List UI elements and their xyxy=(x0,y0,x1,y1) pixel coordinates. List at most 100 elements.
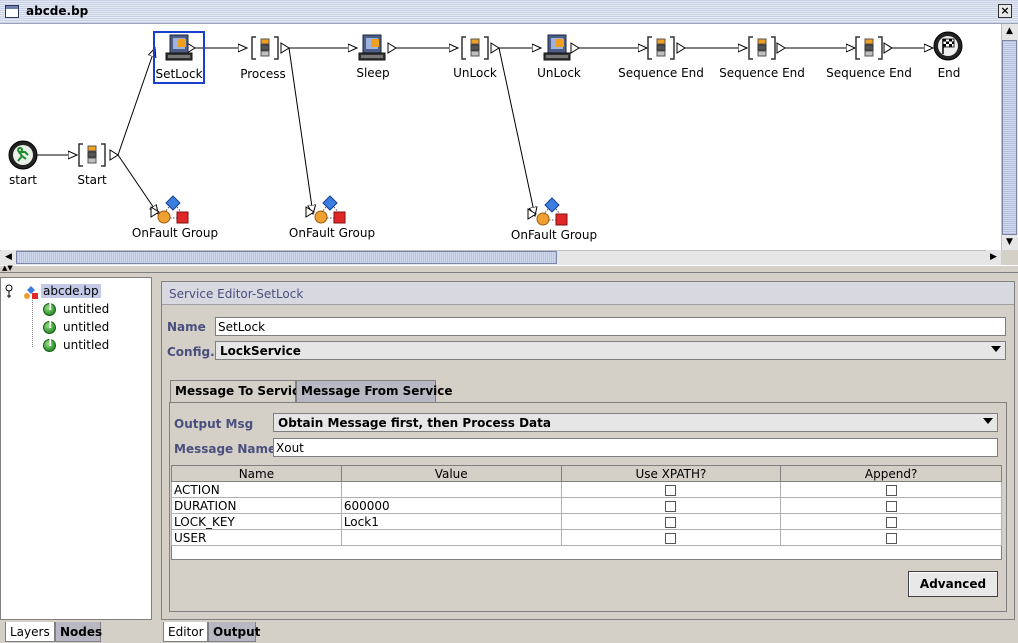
service-computer-icon-unlock[interactable] xyxy=(543,34,571,61)
output-msg-select[interactable]: Obtain Message first, then Process Data xyxy=(273,413,998,432)
node-label-seqend-2[interactable]: Sequence End xyxy=(719,66,805,80)
append-cell[interactable] xyxy=(780,497,1002,514)
vertical-scroll-thumb[interactable] xyxy=(1002,40,1017,235)
param-value[interactable]: 600000 xyxy=(340,497,562,514)
xpath-checkbox[interactable] xyxy=(665,500,677,512)
table-row[interactable]: USER xyxy=(171,529,1002,546)
tab-editor[interactable]: Editor xyxy=(163,622,208,642)
node-label-onfault-3[interactable]: OnFault Group xyxy=(511,228,597,242)
scroll-left-icon[interactable]: ◀ xyxy=(1,250,16,265)
name-label: Name xyxy=(167,320,206,334)
column-header-name[interactable]: Name xyxy=(171,465,342,482)
advanced-button[interactable]: Advanced xyxy=(908,571,998,597)
node-label-onfault-2[interactable]: OnFault Group xyxy=(289,226,375,240)
param-value[interactable] xyxy=(340,481,562,498)
node-label-start[interactable]: start xyxy=(9,173,37,187)
xpath-checkbox[interactable] xyxy=(665,532,677,544)
window-icon xyxy=(5,5,19,18)
name-field[interactable]: SetLock xyxy=(215,317,1006,336)
node-label-process[interactable]: Process xyxy=(240,67,286,81)
sequence-icon-unlock[interactable] xyxy=(461,36,489,60)
tree-item-label[interactable]: untitled xyxy=(63,320,109,334)
tab-output[interactable]: Output xyxy=(208,622,260,642)
xpath-cell[interactable] xyxy=(560,513,782,530)
scroll-up-icon[interactable]: ▲ xyxy=(1002,24,1017,39)
xpath-checkbox[interactable] xyxy=(665,484,677,496)
column-header-value[interactable]: Value xyxy=(340,465,562,482)
split-pane-divider[interactable] xyxy=(0,265,1018,273)
node-label-setlock[interactable]: SetLock xyxy=(155,67,202,81)
table-row[interactable]: DURATION 600000 xyxy=(171,497,1002,514)
param-value[interactable]: Lock1 xyxy=(340,513,562,530)
config-select-value: LockService xyxy=(220,344,301,358)
config-select[interactable]: LockService xyxy=(215,341,1006,360)
splitter-arrows-icon[interactable]: ▲▼ xyxy=(2,264,13,272)
append-checkbox[interactable] xyxy=(885,516,897,528)
status-ok-icon xyxy=(43,338,56,352)
sequence-icon-process[interactable] xyxy=(251,36,279,60)
fault-group-icon-2[interactable] xyxy=(314,195,346,224)
node-label-onfault-1[interactable]: OnFault Group xyxy=(132,226,218,240)
param-name[interactable]: DURATION xyxy=(171,497,342,514)
tab-nodes[interactable]: Nodes xyxy=(55,622,102,642)
message-name-field[interactable]: Xout xyxy=(273,438,998,457)
append-cell[interactable] xyxy=(780,529,1002,546)
horizontal-scroll-thumb[interactable] xyxy=(16,251,557,264)
close-icon[interactable]: × xyxy=(998,4,1012,18)
tab-layers[interactable]: Layers xyxy=(5,622,55,642)
append-cell[interactable] xyxy=(780,481,1002,498)
tree-item[interactable]: untitled xyxy=(43,320,109,336)
sequence-icon-seqend-1[interactable] xyxy=(647,36,675,60)
table-row[interactable]: LOCK_KEY Lock1 xyxy=(171,513,1002,530)
node-label-seqend-3[interactable]: Sequence End xyxy=(826,66,912,80)
tree-guide-line xyxy=(32,300,33,347)
node-label-start-seq[interactable]: Start xyxy=(77,173,106,187)
sequence-icon-seqend-3[interactable] xyxy=(855,36,883,60)
tree-item-label[interactable]: untitled xyxy=(63,338,109,352)
tab-message-to-service[interactable]: Message To Service xyxy=(170,380,307,402)
append-cell[interactable] xyxy=(780,513,1002,530)
xpath-cell[interactable] xyxy=(560,481,782,498)
scroll-right-icon[interactable]: ▶ xyxy=(986,250,1001,265)
node-label-sleep[interactable]: Sleep xyxy=(356,66,389,80)
tab-message-from-service[interactable]: Message From Service xyxy=(296,380,453,402)
tree-root-icon xyxy=(5,284,38,299)
param-name[interactable]: ACTION xyxy=(171,481,342,498)
xpath-cell[interactable] xyxy=(560,497,782,514)
process-diagram-canvas[interactable]: start Start SetLock Process Sleep UnLock… xyxy=(0,24,1001,250)
chevron-down-icon xyxy=(983,418,993,424)
table-row[interactable]: ACTION xyxy=(171,481,1002,498)
config-label: Config. xyxy=(167,345,215,359)
output-msg-select-value: Obtain Message first, then Process Data xyxy=(278,416,551,430)
parameters-table: Name Value Use XPATH? Append? ACTION DUR… xyxy=(171,465,1002,546)
param-value[interactable] xyxy=(340,529,562,546)
append-checkbox[interactable] xyxy=(885,532,897,544)
append-checkbox[interactable] xyxy=(885,484,897,496)
param-name[interactable]: LOCK_KEY xyxy=(171,513,342,530)
tree-item[interactable]: untitled xyxy=(43,338,109,354)
tree-item[interactable]: untitled xyxy=(43,302,109,318)
sequence-icon-start[interactable] xyxy=(78,143,106,167)
node-label-unlock-svc[interactable]: UnLock xyxy=(537,66,581,80)
param-name[interactable]: USER xyxy=(171,529,342,546)
node-label-unlock-seq[interactable]: UnLock xyxy=(453,66,497,80)
running-person-icon[interactable] xyxy=(8,140,38,170)
sequence-icon-seqend-2[interactable] xyxy=(748,36,776,60)
node-label-end[interactable]: End xyxy=(938,66,961,80)
node-label-seqend-1[interactable]: Sequence End xyxy=(618,66,704,80)
column-header-append[interactable]: Append? xyxy=(780,465,1002,482)
xpath-checkbox[interactable] xyxy=(665,516,677,528)
column-header-xpath[interactable]: Use XPATH? xyxy=(560,465,782,482)
fault-group-icon-1[interactable] xyxy=(157,195,189,224)
fault-group-icon-3[interactable] xyxy=(536,197,568,226)
append-checkbox[interactable] xyxy=(885,500,897,512)
window-titlebar xyxy=(0,0,1018,24)
service-computer-icon-sleep[interactable] xyxy=(358,34,386,61)
table-header-row: Name Value Use XPATH? Append? xyxy=(171,465,1002,482)
tree-root[interactable]: abcde.bp xyxy=(5,284,101,300)
xpath-cell[interactable] xyxy=(560,529,782,546)
tree-root-label[interactable]: abcde.bp xyxy=(41,284,101,298)
tree-item-label[interactable]: untitled xyxy=(63,302,109,316)
checkered-flag-icon[interactable] xyxy=(933,31,963,61)
scroll-down-icon[interactable]: ▼ xyxy=(1002,235,1017,250)
